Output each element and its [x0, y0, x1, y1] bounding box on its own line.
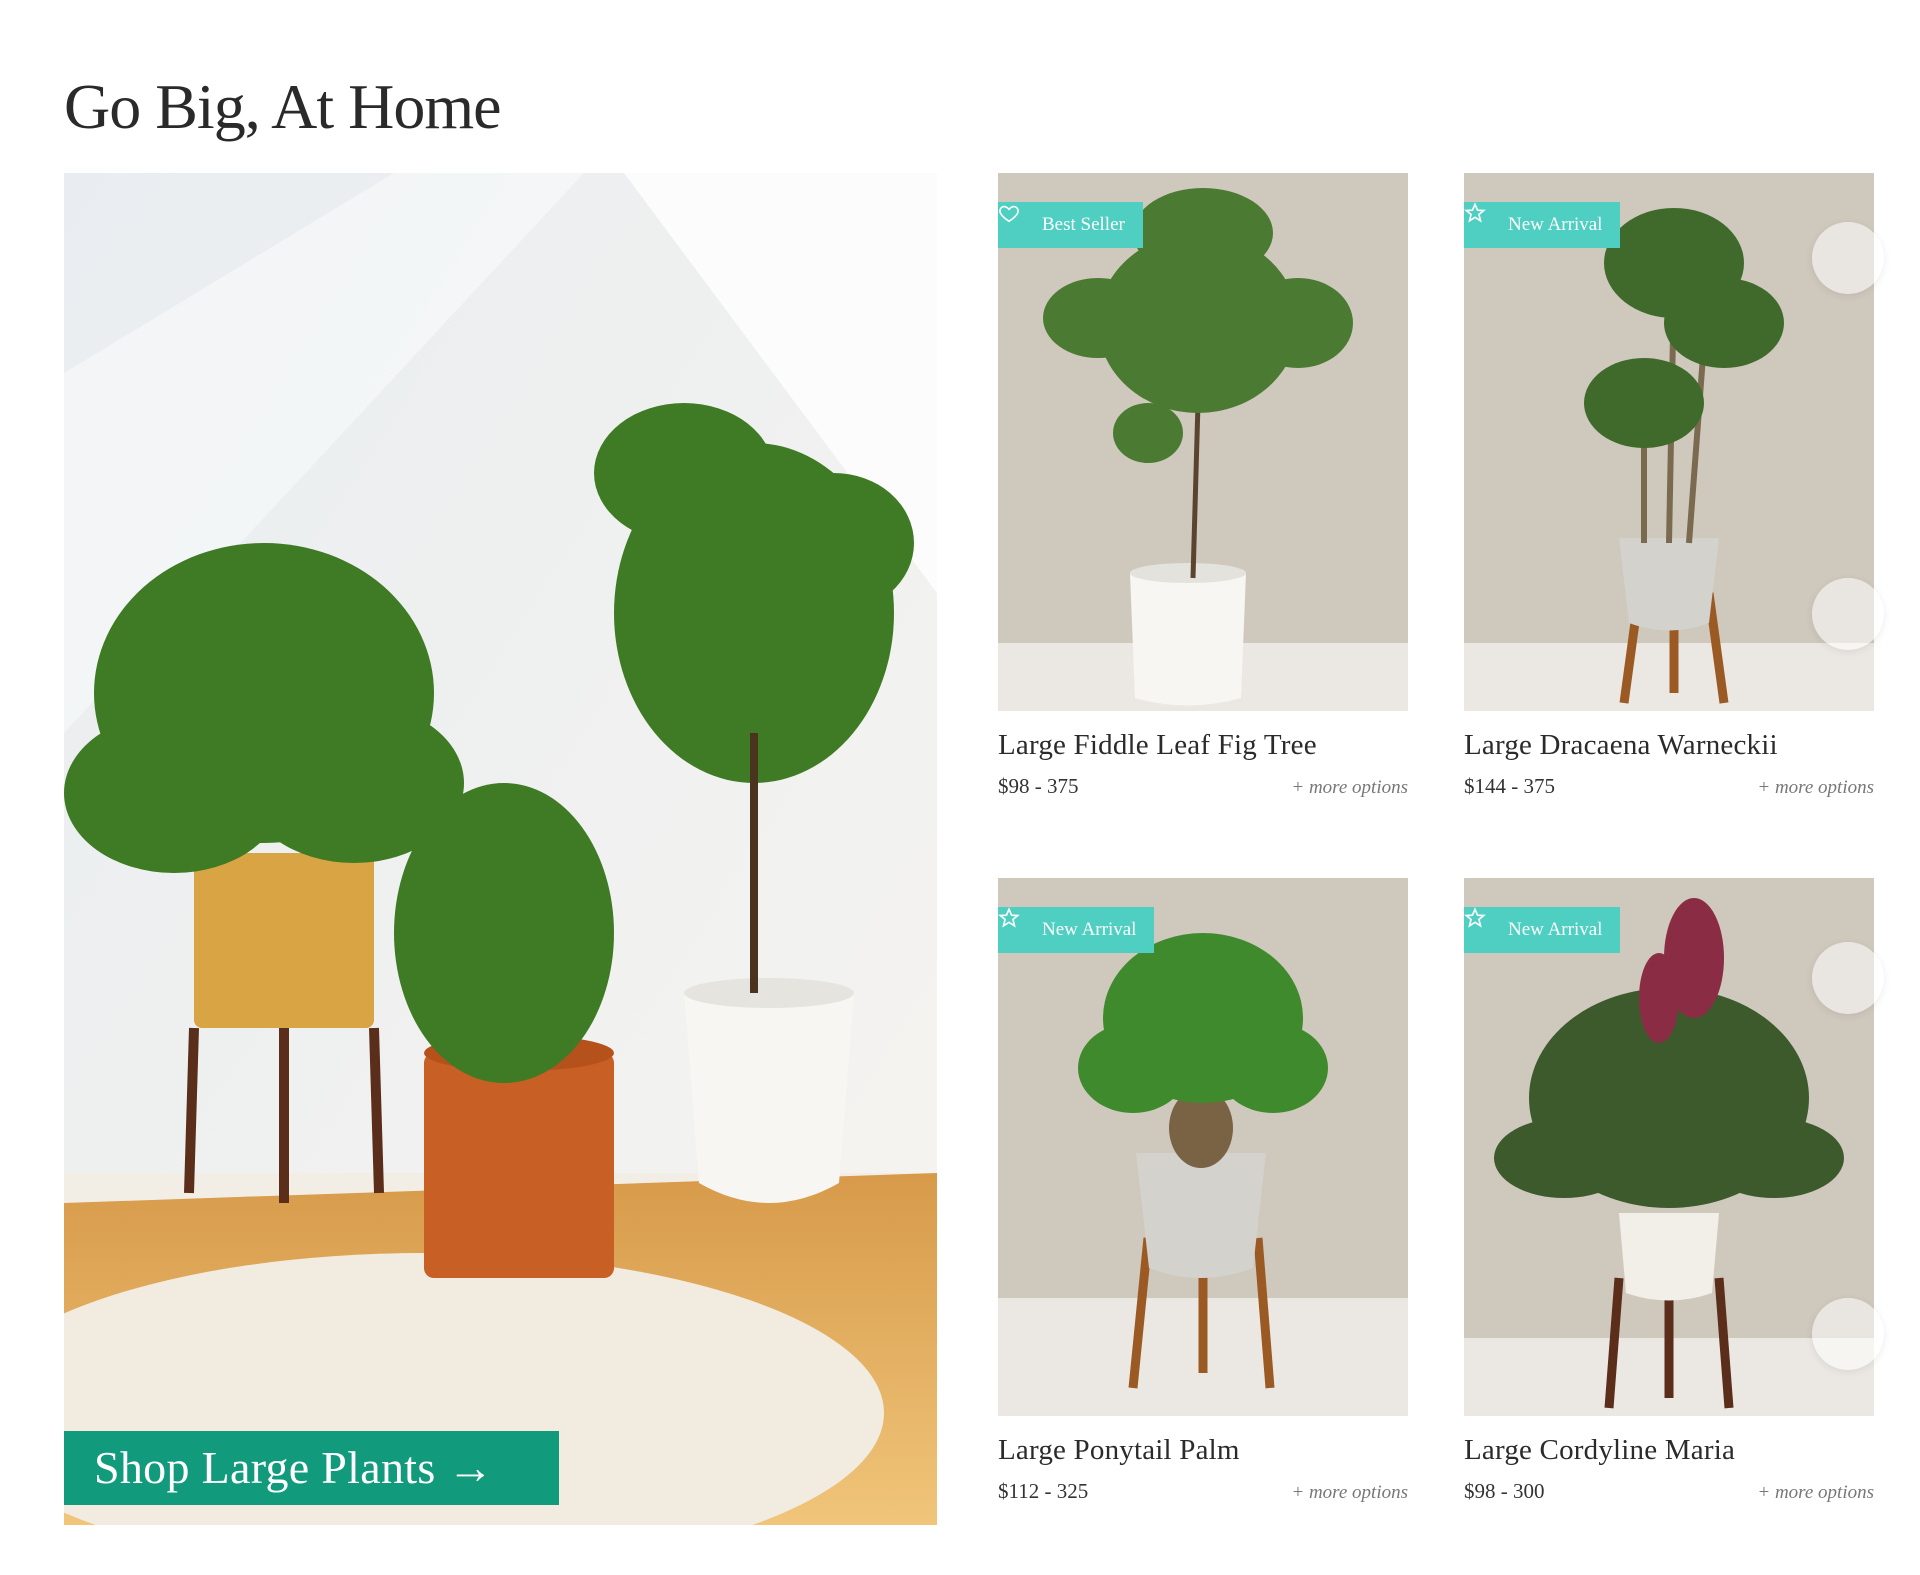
section-title: Go Big, At Home [64, 71, 502, 142]
product-name[interactable]: Large Fiddle Leaf Fig Tree [998, 729, 1408, 762]
more-options-link[interactable]: + more options [1757, 777, 1874, 799]
product-badge-label: New Arrival [1508, 214, 1603, 235]
decorative-circle [1812, 1298, 1884, 1370]
product-badge-label: New Arrival [1508, 919, 1603, 940]
product-image[interactable]: Best Seller [998, 173, 1408, 711]
more-options-link[interactable]: + more options [1291, 1482, 1408, 1504]
product-badge: New Arrival [998, 907, 1155, 953]
star-icon [1464, 907, 1500, 941]
product-badge-label: Best Seller [1042, 214, 1125, 235]
product-price: $112 - 325 [998, 1479, 1089, 1503]
product-badge: New Arrival [1464, 907, 1621, 953]
fiddle-leaf-fig-illustration [998, 173, 1408, 711]
product-price: $98 - 300 [1464, 1479, 1545, 1503]
star-icon [998, 907, 1034, 941]
star-icon [1464, 202, 1500, 236]
more-options-link[interactable]: + more options [1291, 777, 1408, 799]
ponytail-palm-illustration [998, 878, 1408, 1416]
product-image[interactable]: New Arrival [998, 878, 1408, 1416]
more-options-link[interactable]: + more options [1757, 1482, 1874, 1504]
product-name[interactable]: Large Ponytail Palm [998, 1434, 1408, 1467]
product-badge: New Arrival [1464, 202, 1621, 248]
product-badge-label: New Arrival [1042, 919, 1137, 940]
product-card[interactable]: Best Seller Large Fiddle Leaf Fig Tree $… [998, 173, 1408, 799]
decorative-circle [1812, 222, 1884, 294]
decorative-circle [1812, 578, 1884, 650]
product-price: $144 - 375 [1464, 774, 1555, 798]
product-card[interactable]: New Arrival Large Ponytail Palm $112 - 3… [998, 878, 1408, 1504]
decorative-circle [1812, 942, 1884, 1014]
product-price: $98 - 375 [998, 774, 1079, 798]
product-name[interactable]: Large Dracaena Warneckii [1464, 729, 1874, 762]
product-badge: Best Seller [998, 202, 1143, 248]
hero-illustration [64, 173, 937, 1525]
hero-image[interactable]: Shop Large Plants → [64, 173, 937, 1525]
product-name[interactable]: Large Cordyline Maria [1464, 1434, 1874, 1467]
heart-icon [999, 205, 1034, 236]
shop-large-plants-button[interactable]: Shop Large Plants → [64, 1431, 559, 1505]
